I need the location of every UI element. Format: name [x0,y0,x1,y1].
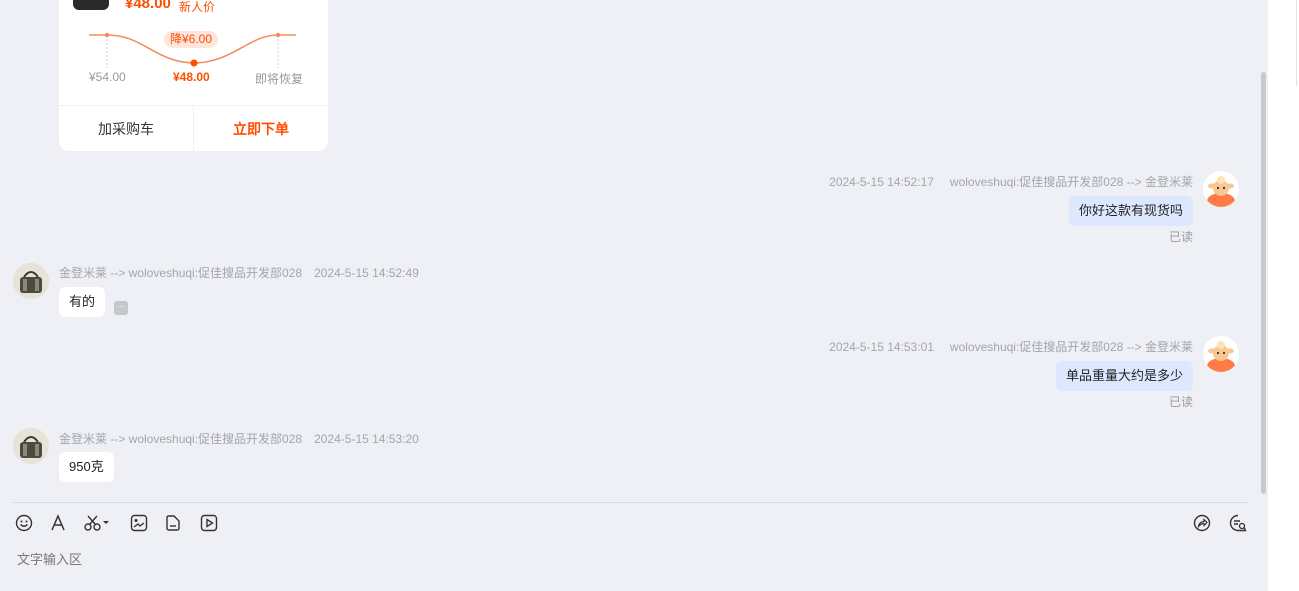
order-now-button[interactable]: 立即下单 [194,106,328,151]
chat-settings-icon[interactable] [1229,514,1247,532]
price-drop-badge: 降¥6.00 [164,31,219,48]
avatar[interactable] [13,428,49,464]
message-route: woloveshuqi:促佳搜品开发部028 --> 金登米莱 [949,175,1193,189]
message-bubble-incoming[interactable]: 950克 [59,452,114,482]
rail-divider [1296,0,1297,86]
message-route: 金登米莱 --> woloveshuqi:促佳搜品开发部028 [59,266,303,280]
message-bubble-incoming[interactable]: 有的 [59,287,106,317]
avatar[interactable] [1203,336,1239,372]
video-icon[interactable] [200,514,218,532]
more-options-icon[interactable]: ··· [114,301,128,315]
add-to-cart-button[interactable]: 加采购车 [59,106,194,151]
message-time: 2024-5-15 14:52:49 [314,266,419,280]
price-recover-label: 即将恢复 [255,72,304,86]
image-icon[interactable] [130,514,148,532]
message-meta: 2024-5-15 14:52:17 woloveshuqi:促佳搜品开发部028… [829,173,1193,190]
font-icon[interactable] [49,514,67,532]
message-time: 2024-5-15 14:53:01 [829,340,934,354]
read-status: 已读 [1168,395,1193,409]
message-route: woloveshuqi:促佳搜品开发部028 --> 金登米莱 [949,340,1193,354]
file-icon[interactable] [164,514,182,532]
right-side-panel [1268,0,1299,591]
avatar[interactable] [1203,171,1239,207]
message-meta: 2024-5-15 14:53:01 woloveshuqi:促佳搜品开发部028… [829,338,1193,355]
input-divider [13,502,1249,503]
message-meta: 金登米莱 --> woloveshuqi:促佳搜品开发部028 2024-5-15… [59,430,419,447]
message-bubble-outgoing[interactable]: 单品重量大约是多少 [1055,361,1193,391]
share-icon[interactable] [1193,514,1211,532]
message-time: 2024-5-15 14:52:17 [829,175,934,189]
avatar[interactable] [13,263,49,299]
emoji-icon[interactable] [15,514,33,532]
price-now-label: ¥48.00 [173,70,210,84]
lamb-avatar-icon [1203,336,1239,372]
message-input[interactable]: 文字输入区 [17,549,82,568]
read-status: 已读 [1168,230,1193,244]
message-meta: 金登米莱 --> woloveshuqi:促佳搜品开发部028 2024-5-15… [59,264,419,281]
message-time: 2024-5-15 14:53:20 [314,432,419,446]
lamb-avatar-icon [1203,171,1239,207]
message-route: 金登米莱 --> woloveshuqi:促佳搜品开发部028 [59,432,303,446]
product-price-tag: 新人价 [179,0,216,14]
product-thumbnail[interactable] [73,0,109,10]
chat-scrollbar-thumb[interactable] [1261,72,1266,494]
bag-avatar-icon [13,428,49,464]
product-price: ¥48.00 [125,0,171,12]
price-before-label: ¥54.00 [89,70,126,84]
product-card-actions: 加采购车 立即下单 [59,105,328,151]
scissors-icon[interactable] [84,514,112,532]
bag-avatar-icon [13,263,49,299]
message-bubble-outgoing[interactable]: 你好这款有现货吗 [1068,196,1193,226]
product-card: ¥48.00 新人价 降¥6.00 ¥54.00 ¥48.00 即将恢复 加采购… [59,0,328,151]
